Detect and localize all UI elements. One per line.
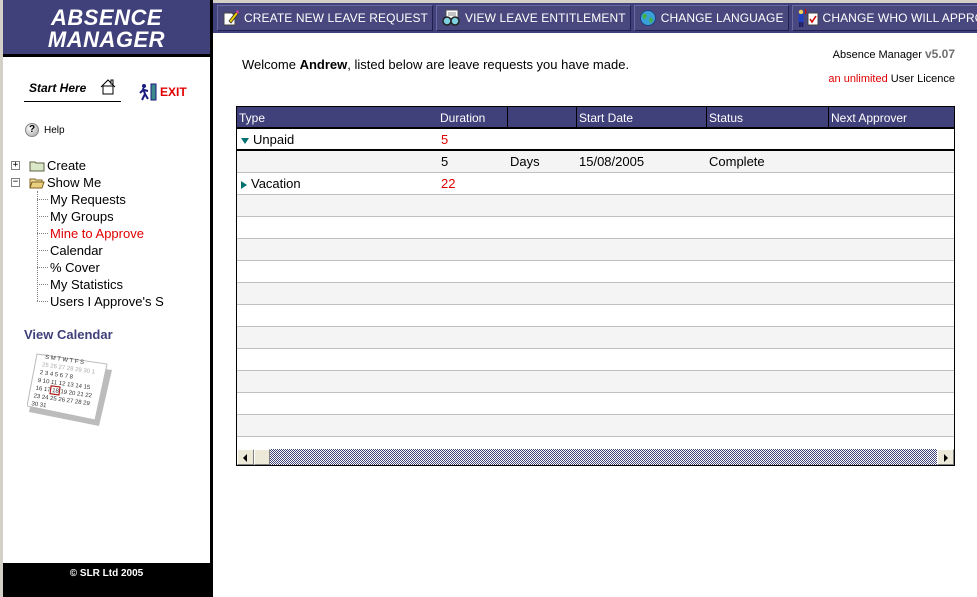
grid-header: Type Duration Start Date Status Next App… bbox=[237, 107, 954, 129]
create-new-leave-request-button[interactable]: CREATE NEW LEAVE REQUEST bbox=[217, 5, 433, 31]
status-cell: Complete bbox=[709, 154, 765, 169]
help-link[interactable]: ? Help bbox=[25, 123, 65, 137]
empty-row bbox=[237, 393, 954, 415]
folder-closed-icon bbox=[29, 161, 45, 171]
brand-logo: ABSENCE MANAGER bbox=[3, 0, 210, 57]
brand-line-2: MANAGER bbox=[47, 27, 166, 52]
empty-row bbox=[237, 195, 954, 217]
column-header-next-approver[interactable]: Next Approver bbox=[829, 107, 954, 127]
tree-node-create[interactable]: + Create bbox=[11, 157, 86, 174]
tree-item-calendar[interactable]: Calendar bbox=[36, 242, 103, 259]
tree-item-users-i-approve[interactable]: Users I Approve's S bbox=[36, 293, 164, 310]
help-icon: ? bbox=[25, 123, 39, 137]
copyright-footer: © SLR Ltd 2005 bbox=[3, 563, 210, 597]
empty-row bbox=[237, 239, 954, 261]
approver-icon bbox=[798, 9, 819, 27]
collapse-icon[interactable]: − bbox=[11, 178, 20, 187]
app-version: Absence Manager v5.07 bbox=[833, 47, 955, 61]
start-date-cell: 15/08/2005 bbox=[579, 154, 645, 169]
empty-row bbox=[237, 283, 954, 305]
detail-row[interactable]: 5 Days 15/08/2005 Complete bbox=[237, 151, 954, 173]
scroll-left-button[interactable] bbox=[237, 449, 254, 465]
button-label: CHANGE LANGUAGE bbox=[660, 11, 784, 25]
change-language-button[interactable]: CHANGE LANGUAGE bbox=[633, 5, 789, 31]
view-leave-entitlement-button[interactable]: VIEW LEAVE ENTITLEMENT bbox=[436, 5, 631, 31]
type-cell: Vacation bbox=[241, 173, 301, 194]
button-label: CREATE NEW LEAVE REQUEST bbox=[244, 11, 428, 25]
duration-total-cell: 5 bbox=[441, 132, 449, 147]
brand-line-1: ABSENCE bbox=[50, 5, 163, 30]
app-name: Absence Manager bbox=[832, 49, 925, 61]
tree-item-mine-to-approve[interactable]: Mine to Approve bbox=[36, 225, 144, 242]
type-label: Vacation bbox=[251, 176, 301, 191]
empty-row bbox=[237, 305, 954, 327]
app-window: ABSENCE MANAGER Start Here EXIT ? Help +… bbox=[0, 0, 977, 597]
type-cell: Unpaid bbox=[241, 129, 294, 150]
pencil-note-icon bbox=[223, 10, 239, 26]
collapsed-arrow-icon[interactable] bbox=[241, 180, 247, 189]
group-row-unpaid[interactable]: Unpaid 5 bbox=[237, 129, 954, 151]
calendar-icon[interactable]: S M T W T F S 25 26 27 28 29 30 1 2 3 4 … bbox=[27, 348, 117, 428]
welcome-message: Welcome Andrew, listed below are leave r… bbox=[242, 57, 629, 72]
expanded-arrow-icon[interactable] bbox=[241, 137, 249, 144]
user-name: Andrew bbox=[299, 57, 348, 72]
column-header-start-date[interactable]: Start Date bbox=[577, 107, 707, 127]
empty-row bbox=[237, 415, 954, 437]
welcome-suffix: , listed below are leave requests you ha… bbox=[347, 57, 630, 72]
folder-open-icon bbox=[29, 178, 45, 188]
tree-node-label: Create bbox=[47, 158, 87, 173]
tree-item-my-groups[interactable]: My Groups bbox=[36, 208, 114, 225]
exit-runner-icon bbox=[139, 83, 157, 101]
house-icon bbox=[100, 79, 116, 95]
empty-row bbox=[237, 261, 954, 283]
group-row-vacation[interactable]: Vacation 22 bbox=[237, 173, 954, 195]
unit-cell: Days bbox=[510, 154, 540, 169]
version-number: v5.07 bbox=[924, 47, 955, 61]
licence-info: an unlimited User Licence bbox=[828, 73, 955, 85]
tree-node-label: Show Me bbox=[47, 175, 102, 190]
empty-row bbox=[237, 217, 954, 239]
welcome-prefix: Welcome bbox=[242, 57, 300, 72]
empty-row bbox=[237, 371, 954, 393]
exit-label: EXIT bbox=[160, 85, 187, 99]
arrow-left-icon bbox=[243, 454, 247, 462]
scrollbar-thumb[interactable] bbox=[254, 449, 270, 465]
grid-rows: Unpaid 5 5 Days 15/08/2005 Complete Vaca… bbox=[237, 129, 954, 437]
help-label: Help bbox=[44, 124, 65, 136]
button-label: VIEW LEAVE ENTITLEMENT bbox=[465, 11, 626, 25]
empty-row bbox=[237, 349, 954, 371]
glasses-document-icon bbox=[442, 9, 460, 26]
horizontal-scrollbar[interactable] bbox=[237, 449, 954, 465]
empty-row bbox=[237, 327, 954, 349]
tree-item-cover[interactable]: % Cover bbox=[36, 259, 100, 276]
tree-item-my-requests[interactable]: My Requests bbox=[36, 191, 126, 208]
column-header-duration[interactable]: Duration bbox=[438, 107, 508, 127]
sidebar: ABSENCE MANAGER Start Here EXIT ? Help +… bbox=[0, 0, 213, 597]
view-calendar-link[interactable]: View Calendar bbox=[24, 327, 113, 342]
licence-text: User Licence bbox=[887, 73, 955, 85]
expand-icon[interactable]: + bbox=[11, 161, 20, 170]
start-here-link[interactable]: Start Here bbox=[24, 78, 121, 102]
scroll-right-button[interactable] bbox=[937, 449, 954, 465]
change-approver-button[interactable]: CHANGE WHO WILL APPROVE MY REQUESTS bbox=[791, 5, 977, 31]
duration-total-cell: 22 bbox=[441, 176, 456, 191]
arrow-right-icon bbox=[944, 454, 948, 462]
exit-button[interactable]: EXIT bbox=[138, 82, 187, 102]
button-label: CHANGE WHO WILL APPROVE MY REQUESTS bbox=[822, 11, 977, 25]
licence-type: an unlimited bbox=[828, 73, 888, 85]
leave-requests-grid: Type Duration Start Date Status Next App… bbox=[236, 106, 955, 466]
toolbar: CREATE NEW LEAVE REQUEST VIEW LEAVE ENTI… bbox=[213, 0, 977, 33]
type-label: Unpaid bbox=[253, 132, 295, 147]
globe-icon bbox=[639, 10, 656, 26]
duration-cell: 5 bbox=[441, 154, 449, 169]
column-header-type[interactable]: Type bbox=[237, 107, 438, 127]
column-header-unit[interactable] bbox=[508, 107, 577, 127]
tree-item-my-statistics[interactable]: My Statistics bbox=[36, 276, 123, 293]
start-here-label: Start Here bbox=[29, 81, 87, 95]
column-header-status[interactable]: Status bbox=[707, 107, 829, 127]
tree-node-show-me[interactable]: − Show Me bbox=[11, 174, 101, 191]
